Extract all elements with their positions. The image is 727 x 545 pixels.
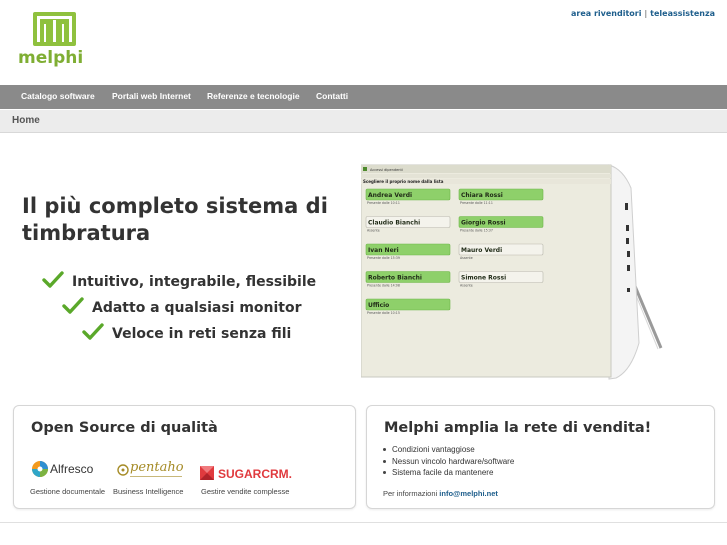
employee-status-note: Presente dalle 10:11 — [367, 201, 400, 205]
pentaho-logo[interactable]: pentaho — [117, 460, 184, 477]
open-source-box: Open Source di qualità Alfresco pentaho … — [13, 405, 356, 509]
melphi-logo[interactable]: melphi — [18, 12, 94, 70]
employee-name: Andrea Verdi — [368, 192, 412, 199]
top-links: area rivenditori | teleassistenza — [571, 9, 715, 18]
footer-divider — [0, 522, 727, 523]
nav-contatti[interactable]: Contatti — [316, 85, 348, 109]
feature-label: Veloce in reti senza fili — [112, 326, 292, 342]
employee-status-note: Presente dalle 14:08 — [367, 284, 400, 288]
contact-email-link[interactable]: info@melphi.net — [439, 489, 498, 498]
breadcrumb-bar: Home — [0, 110, 727, 133]
nav-portali-web[interactable]: Portali web Internet — [112, 85, 191, 109]
employee-status-note: Presente dalle 15:39 — [367, 256, 400, 260]
contact-prefix: Per informazioni — [383, 489, 438, 498]
employee-name: Simone Rossi — [461, 275, 506, 282]
caption-pentaho: Business Intelligence — [113, 487, 184, 496]
employee-status-note: Presente dalle 15:37 — [460, 229, 493, 233]
employee-name: Chiara Rossi — [461, 192, 503, 199]
feature-item: Intuitivo, integrabile, flessibile — [42, 271, 316, 290]
pentaho-wordmark: pentaho — [130, 460, 184, 475]
employee-name: Ivan Neri — [368, 247, 399, 254]
employee-name: Giorgio Rossi — [461, 220, 506, 227]
alfresco-logo[interactable]: Alfresco — [32, 461, 94, 477]
hero-title: Il più completo sistema di timbratura — [22, 194, 328, 245]
feature-label: Adatto a qualsiasi monitor — [92, 300, 302, 316]
employee-name: Ufficio — [368, 302, 389, 309]
logo-text: melphi — [18, 48, 84, 68]
sales-network-box: Melphi amplia la rete di vendita! Condiz… — [366, 405, 715, 509]
feature-item: Adatto a qualsiasi monitor — [62, 297, 302, 316]
contact-line: Per informazioni info@melphi.net — [383, 489, 498, 498]
checkmark-icon — [62, 297, 84, 314]
employee-status-note: Presente dalle 11:11 — [460, 201, 493, 205]
employee-status-note: Presente dalle 10:15 — [367, 311, 400, 315]
employee-status-note: Assente — [460, 284, 473, 288]
feature-item: Veloce in reti senza fili — [82, 323, 291, 342]
employee-status-note: Assente — [460, 256, 473, 260]
sales-network-title: Melphi amplia la rete di vendita! — [384, 420, 652, 436]
sugarcrm-logo[interactable]: SUGARCRM. — [200, 466, 292, 481]
nav-catalogo-software[interactable]: Catalogo software — [21, 85, 95, 109]
main-nav: Catalogo software Portali web Internet R… — [0, 85, 727, 109]
alfresco-wordmark: Alfresco — [50, 462, 94, 476]
sugarcrm-wordmark: SUGARCRM. — [218, 467, 292, 481]
breadcrumb-home[interactable]: Home — [12, 115, 40, 126]
open-source-title: Open Source di qualità — [31, 420, 218, 436]
link-area-rivenditori[interactable]: area rivenditori — [571, 9, 641, 18]
screen-window-title: Accessi dipendenti — [370, 168, 403, 172]
checkmark-icon — [82, 323, 104, 340]
screen-instruction: Scegliere il proprio nome dalla lista — [363, 179, 444, 184]
logo-mark-icon — [33, 12, 76, 46]
caption-sugarcrm: Gestire vendite complesse — [201, 487, 290, 496]
employee-name: Roberto Bianchi — [368, 275, 422, 282]
employee-status-note: Assente — [367, 229, 380, 233]
list-item: Nessun vincolo hardware/software — [383, 456, 514, 468]
partner-logos: Alfresco pentaho SUGARCRM. — [32, 460, 292, 481]
list-item: Sistema facile da mantenere — [383, 467, 514, 479]
list-item: Condizioni vantaggiose — [383, 444, 514, 456]
checkmark-icon — [42, 271, 64, 288]
caption-alfresco: Gestione documentale — [30, 487, 106, 496]
link-teleassistenza[interactable]: teleassistenza — [650, 9, 715, 18]
sales-bullet-list: Condizioni vantaggiose Nessun vincolo ha… — [383, 444, 514, 479]
employee-name: Claudio Bianchi — [368, 220, 420, 227]
nav-referenze-tecnologie[interactable]: Referenze e tecnologie — [207, 85, 300, 109]
feature-label: Intuitivo, integrabile, flessibile — [72, 274, 317, 290]
employee-name: Mauro Verdi — [461, 247, 502, 254]
link-separator: | — [644, 9, 648, 18]
timbratura-screenshot: Accessi dipendenti Scegliere il proprio … — [361, 164, 663, 380]
